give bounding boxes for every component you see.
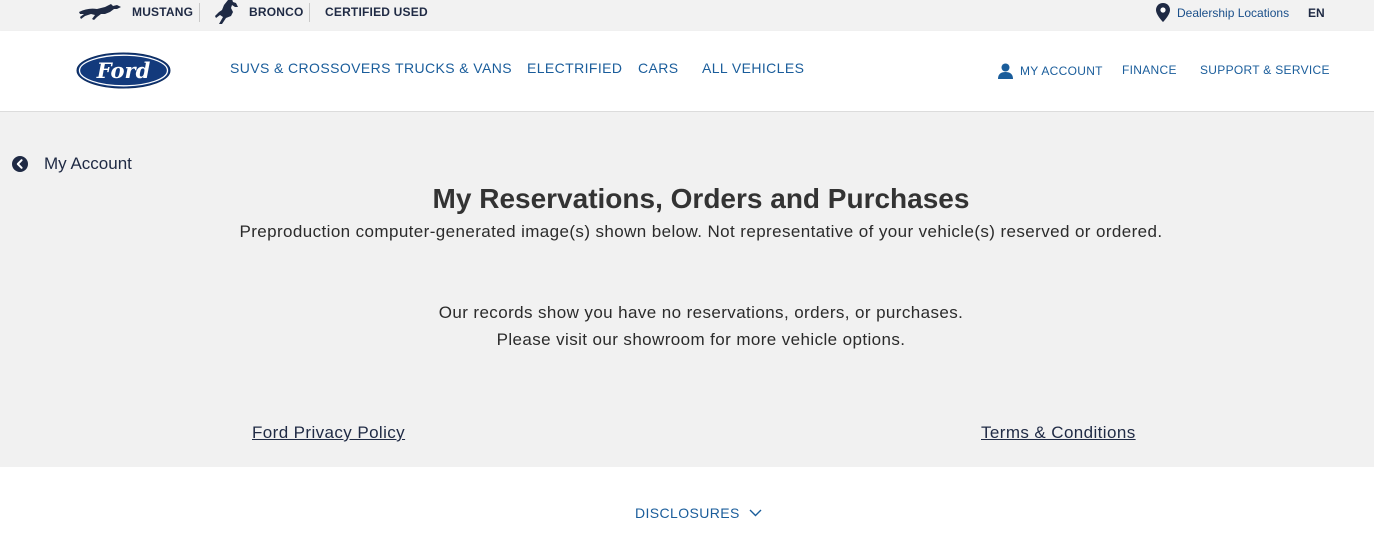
ford-logo[interactable]: Ford (76, 52, 171, 89)
preproduction-disclaimer: Preproduction computer-generated image(s… (239, 222, 1163, 241)
my-account-link[interactable]: MY ACCOUNT (998, 63, 1103, 79)
nav-suvs-crossovers[interactable]: SUVS & CROSSOVERS (230, 60, 391, 76)
main-nav: Ford SUVS & CROSSOVERS TRUCKS & VANS ELE… (0, 31, 1374, 112)
mustang-label: MUSTANG (132, 5, 194, 19)
bronco-horse-icon (215, 0, 238, 24)
location-pin-icon (1156, 3, 1170, 22)
language-selector[interactable]: EN (1308, 3, 1325, 22)
certified-used-link[interactable]: CERTIFIED USED (325, 0, 428, 24)
empty-state-message: Our records show you have no reservation… (0, 299, 1374, 353)
support-service-link[interactable]: SUPPORT & SERVICE (1200, 63, 1330, 77)
nav-all-vehicles[interactable]: ALL VEHICLES (702, 60, 804, 76)
terms-conditions-link[interactable]: Terms & Conditions (981, 423, 1136, 443)
nav-cars[interactable]: CARS (638, 60, 679, 76)
nav-electrified[interactable]: ELECTRIFIED (527, 60, 622, 76)
dealership-locations-link[interactable]: Dealership Locations (1156, 3, 1289, 22)
empty-state-line: Please visit our showroom for more vehic… (496, 330, 906, 349)
reservations-panel: My Account My Reservations, Orders and P… (0, 112, 1374, 467)
empty-state-line: Our records show you have no reservation… (438, 303, 964, 322)
my-account-label: MY ACCOUNT (1020, 64, 1103, 78)
chevron-left-circle-icon (12, 156, 28, 172)
bronco-label: BRONCO (249, 5, 304, 19)
back-label: My Account (44, 154, 132, 173)
logo-text: Ford (96, 58, 151, 83)
finance-link[interactable]: FINANCE (1122, 63, 1177, 77)
chevron-down-icon (749, 509, 762, 517)
brand-divider (309, 3, 310, 22)
privacy-policy-link[interactable]: Ford Privacy Policy (252, 423, 405, 443)
brand-divider (199, 3, 200, 22)
disclosures-toggle[interactable]: DISCLOSURES (635, 505, 762, 521)
mustang-link[interactable]: MUSTANG (77, 0, 193, 24)
brand-bar: MUSTANG BRONCO CERTIFIED USED Dealership… (0, 0, 1374, 31)
back-to-my-account-link[interactable]: My Account (12, 154, 132, 174)
page-title: My Reservations, Orders and Purchases (432, 183, 970, 214)
user-icon (998, 63, 1013, 79)
dealership-locations-label: Dealership Locations (1177, 5, 1290, 20)
certified-used-label: CERTIFIED USED (325, 5, 428, 19)
mustang-pony-icon (79, 4, 121, 20)
disclosures-label: DISCLOSURES (635, 505, 740, 521)
bronco-link[interactable]: BRONCO (214, 0, 304, 24)
nav-trucks-vans[interactable]: TRUCKS & VANS (395, 60, 512, 76)
